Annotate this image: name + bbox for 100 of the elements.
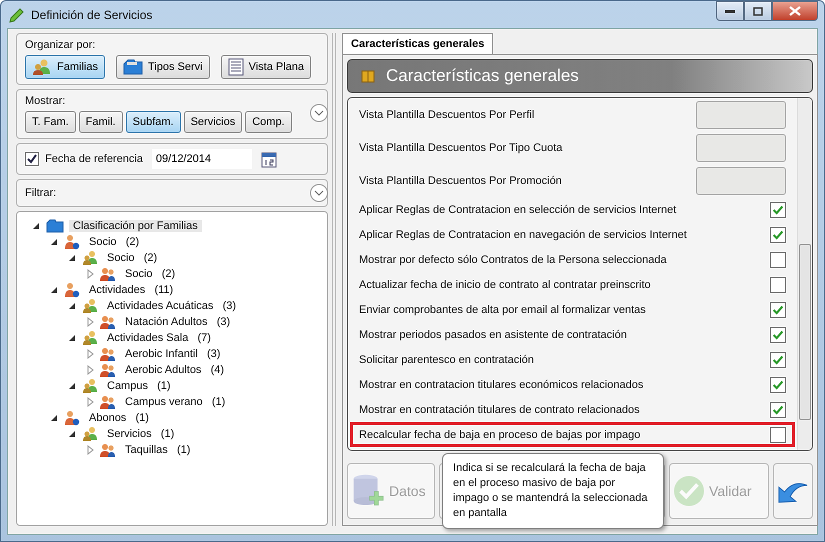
tree-item[interactable]: Natación Adultos (3) xyxy=(121,316,234,328)
tree-item[interactable]: Actividades Acuáticas (3) xyxy=(103,300,240,312)
minimize-button[interactable] xyxy=(716,1,744,21)
group-icon xyxy=(100,394,116,410)
people-icon xyxy=(82,330,98,346)
setting-label: Solicitar parentesco en contratación xyxy=(359,354,534,366)
setting-label: Mostrar en contratación titulares de contrato relacionados xyxy=(359,404,640,416)
setting-label: Vista Plantilla Descuentos Por Tipo Cuota xyxy=(359,142,562,154)
filter-toggle-button[interactable]: Famil. xyxy=(78,111,123,133)
checkbox[interactable] xyxy=(770,326,786,342)
tree-item[interactable]: Socio (2) xyxy=(103,252,162,264)
show-label: Mostrar: xyxy=(25,95,66,107)
filter-toggle-button[interactable]: Servicios xyxy=(184,111,242,133)
checkbox[interactable] xyxy=(770,426,786,442)
group-icon xyxy=(100,266,116,282)
tree-item[interactable]: Aerobic Adultos (4) xyxy=(121,364,228,376)
checkbox[interactable] xyxy=(770,352,786,368)
input-field[interactable] xyxy=(696,134,786,162)
tab[interactable]: Características generales xyxy=(342,33,494,54)
filter-toggle-button[interactable]: Subfam. xyxy=(126,111,181,133)
checkbox[interactable] xyxy=(770,276,786,292)
folder-icon xyxy=(46,219,64,233)
input-field[interactable] xyxy=(696,166,786,194)
setting-label: Mostrar periodos pasados en asistente de contratación xyxy=(359,328,627,340)
setting-label: Mostrar en contratacion titulares económicos relacionados xyxy=(359,378,644,390)
collapse-arrow-icon[interactable] xyxy=(67,381,77,391)
checkbox[interactable] xyxy=(770,252,786,268)
database-add-icon xyxy=(352,474,384,508)
setting-label: Mostrar por defecto sólo Contratos de la Persona seleccionada xyxy=(359,254,667,266)
organize-button[interactable]: Tipos Servi xyxy=(116,55,210,79)
expand-arrow-icon[interactable] xyxy=(85,445,95,455)
tree-item[interactable]: Actividades Sala (7) xyxy=(103,332,215,344)
maximize-icon xyxy=(753,6,763,16)
date-field[interactable]: 09/12/2014 xyxy=(152,149,252,169)
setting-label: Recalcular fecha de baja en proceso de bajas por impago xyxy=(359,428,640,440)
tree-item[interactable]: Campus verano (1) xyxy=(121,396,230,408)
expand-arrow-icon[interactable] xyxy=(85,397,95,407)
section-title: Características generales xyxy=(386,66,579,86)
expand-chevron-icon[interactable] xyxy=(310,184,328,202)
person-icon xyxy=(64,234,80,250)
checkbox[interactable] xyxy=(25,152,39,166)
close-button[interactable] xyxy=(772,1,818,21)
setting-label: Vista Plantilla Descuentos Por Promoción xyxy=(359,174,562,186)
expand-arrow-icon[interactable] xyxy=(85,349,95,359)
minimize-icon xyxy=(725,10,735,12)
window-title: Definición de Servicios xyxy=(31,8,152,22)
tooltip: Indica si se recalculará la fecha de baja en el proceso masivo de baja por impago o se mantendrá la seleccionada en pantalla xyxy=(442,453,664,529)
checkbox[interactable] xyxy=(770,402,786,418)
people-icon xyxy=(82,378,98,394)
tree-item[interactable]: Socio (2) xyxy=(121,268,180,280)
undo-button[interactable] xyxy=(773,463,814,519)
collapse-arrow-icon[interactable] xyxy=(67,429,77,439)
checkbox[interactable] xyxy=(770,202,786,218)
calendar-icon[interactable] xyxy=(260,150,277,168)
folder-icon xyxy=(122,59,143,75)
list-icon xyxy=(228,58,244,76)
check-icon xyxy=(674,476,704,506)
collapse-arrow-icon[interactable] xyxy=(67,333,77,343)
setting-label: Actualizar fecha de inicio de contrato al contratar preinscrito xyxy=(359,278,651,290)
tree-item[interactable]: Abonos (1) xyxy=(85,412,153,424)
checkbox[interactable] xyxy=(770,302,786,318)
collapse-arrow-icon[interactable] xyxy=(49,285,59,295)
checkbox[interactable] xyxy=(770,226,786,242)
organize-button[interactable]: Vista Plana xyxy=(220,55,312,79)
collapse-arrow-icon[interactable] xyxy=(67,253,77,263)
setting-label: Enviar comprobantes de alta por email al formalizar ventas xyxy=(359,304,646,316)
checkbox[interactable] xyxy=(770,376,786,392)
expand-arrow-icon[interactable] xyxy=(85,365,95,375)
group-icon xyxy=(100,346,116,362)
tree-item[interactable]: Clasificación por Familias xyxy=(69,220,202,232)
group-icon xyxy=(100,314,116,330)
tree-item[interactable]: Taquillas (1) xyxy=(121,444,194,456)
date-label: Fecha de referencia xyxy=(44,153,143,165)
tree-item[interactable]: Socio (2) xyxy=(85,236,144,248)
people-icon xyxy=(82,250,98,266)
expand-arrow-icon[interactable] xyxy=(85,269,95,279)
expand-arrow-icon[interactable] xyxy=(85,317,95,327)
filter-toggle-button[interactable]: T. Fam. xyxy=(25,111,76,133)
expand-chevron-icon[interactable] xyxy=(310,104,328,122)
people-icon xyxy=(82,426,98,442)
filter-toggle-button[interactable]: Comp. xyxy=(245,111,292,133)
tree-item[interactable]: Aerobic Infantil (3) xyxy=(121,348,224,360)
collapse-arrow-icon[interactable] xyxy=(31,221,41,231)
tree-item[interactable]: Actividades (11) xyxy=(85,284,178,296)
collapse-arrow-icon[interactable] xyxy=(49,413,59,423)
people-icon xyxy=(32,58,52,76)
person-icon xyxy=(64,410,80,426)
setting-label: Aplicar Reglas de Contratacion en selección de servicios Internet xyxy=(359,204,676,216)
input-field[interactable] xyxy=(696,100,786,128)
collapse-arrow-icon[interactable] xyxy=(49,237,59,247)
maximize-button[interactable] xyxy=(744,1,772,21)
organize-button[interactable]: Familias xyxy=(25,55,105,79)
scrollbar[interactable] xyxy=(797,98,812,450)
tree-item[interactable]: Campus (1) xyxy=(103,380,175,392)
person-icon xyxy=(64,282,80,298)
collapse-arrow-icon[interactable] xyxy=(67,301,77,311)
group-icon xyxy=(100,442,116,458)
group-icon xyxy=(100,362,116,378)
tree-item[interactable]: Servicios (1) xyxy=(103,428,178,440)
box-icon xyxy=(360,68,376,84)
